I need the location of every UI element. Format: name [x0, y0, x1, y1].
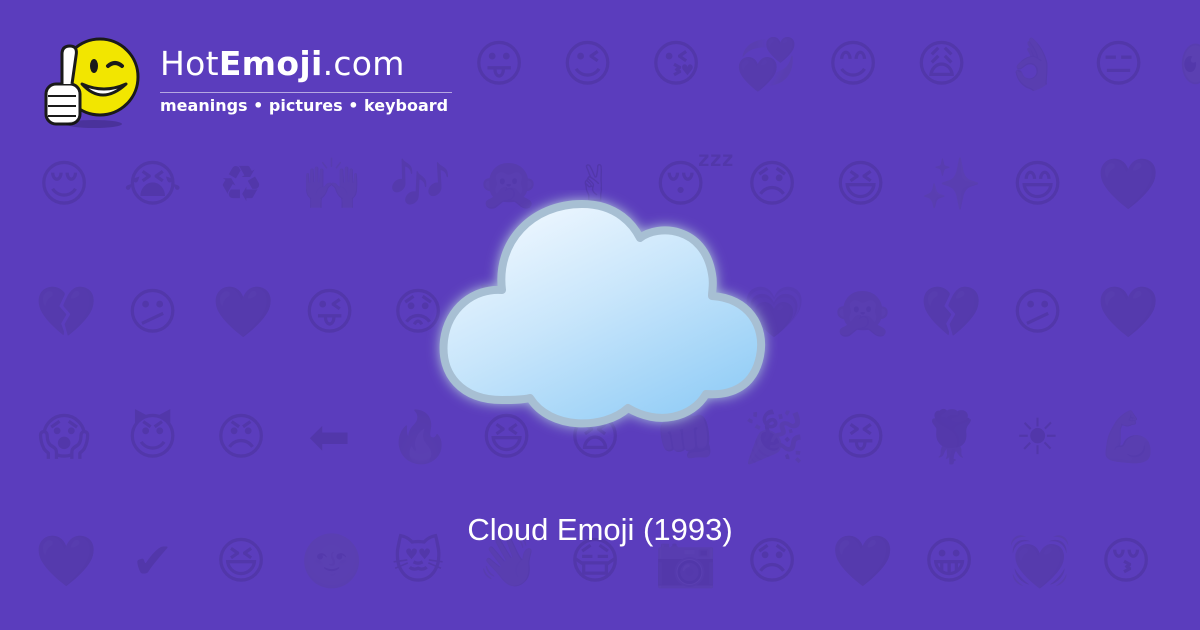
- background-emoji-icon: 😜: [303, 283, 356, 341]
- site-tagline: meanings • pictures • keyboard: [160, 96, 449, 115]
- background-emoji-icon: 😉: [561, 35, 614, 93]
- background-emoji-icon: 😈: [126, 408, 179, 466]
- background-emoji-icon: 💔: [35, 283, 98, 341]
- background-emoji-icon: 😕: [126, 283, 179, 341]
- background-emoji-icon: 💔: [920, 283, 983, 341]
- cloud-icon: [439, 200, 766, 428]
- og-image-card: 😛😉😘💞😊😩👌😑👀😏😌😭♻🙌🎶🙊✌😴😞😆✨😄💜💔😕💜😜😟💘😩💞💗🙊💔😕💜😱😈😠⬅…: [0, 0, 1200, 630]
- background-emoji-icon: 💜: [212, 283, 275, 341]
- background-emoji-icon: 🙊: [831, 283, 894, 341]
- background-emoji-icon: 🌹: [920, 408, 983, 466]
- background-emoji-icon: 😑: [1092, 35, 1145, 93]
- site-name-bold: Emoji: [218, 44, 323, 83]
- background-emoji-icon: ✨: [920, 155, 983, 213]
- site-name-suffix: .com: [322, 44, 405, 83]
- thumbs-up-winking-face-icon: [44, 37, 140, 128]
- background-emoji-icon: 😊: [826, 35, 880, 93]
- background-emoji-icon: 👌: [1001, 35, 1064, 93]
- background-emoji-icon: 💪: [1097, 408, 1160, 466]
- background-emoji-icon: ♻: [218, 155, 264, 213]
- background-emoji-icon: 😘: [649, 35, 703, 93]
- background-emoji-icon: 😕: [1011, 283, 1064, 341]
- emoji-caption: Cloud Emoji (1993): [467, 512, 733, 547]
- background-emoji-icon: 😩: [915, 35, 968, 93]
- background-emoji-icon: 😌: [37, 155, 91, 213]
- site-logo[interactable]: HotEmoji.com meanings • pictures • keybo…: [36, 32, 466, 132]
- background-emoji-icon: ☀: [1015, 408, 1060, 466]
- background-emoji-icon: 👀: [1178, 35, 1200, 93]
- background-emoji-icon: 😄: [1011, 155, 1064, 213]
- background-emoji-icon: 😭: [123, 155, 182, 213]
- site-name-prefix: Hot: [160, 44, 219, 83]
- background-emoji-icon: 😝: [834, 408, 887, 466]
- site-name: HotEmoji.com: [160, 44, 405, 83]
- background-emoji-icon: 😛: [472, 35, 526, 93]
- background-emoji-icon: 💜: [1097, 155, 1160, 213]
- background-emoji-icon: 💞: [735, 35, 798, 93]
- background-emoji-icon: 😱: [37, 408, 91, 466]
- background-emoji-icon: ⬅: [308, 408, 351, 466]
- background-emoji-icon: 😆: [834, 155, 887, 213]
- background-emoji-icon: 🙌: [300, 155, 363, 213]
- background-emoji-icon: 😠: [214, 408, 268, 466]
- logo-divider: [160, 92, 452, 93]
- background-emoji-icon: 💜: [1097, 283, 1160, 341]
